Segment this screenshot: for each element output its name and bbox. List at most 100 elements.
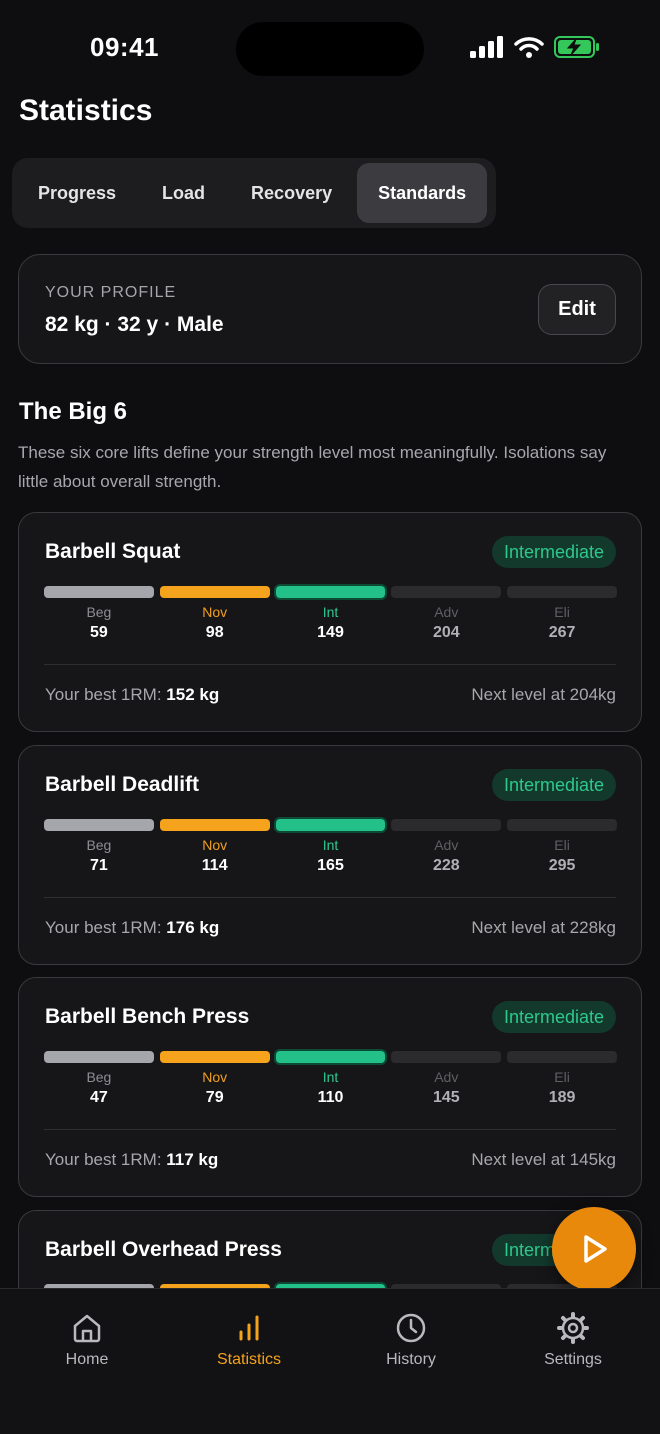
tabbar-statistics[interactable]: Statistics	[194, 1311, 304, 1369]
tabbar-label: Home	[65, 1351, 109, 1368]
level-value: 295	[548, 857, 576, 874]
level-bar	[44, 1051, 154, 1063]
level-label: Beg	[86, 1069, 112, 1085]
level-bar	[391, 586, 502, 598]
level-value: 59	[90, 624, 108, 641]
level-label: Adv	[434, 837, 459, 853]
bottom-tab-bar: Home Statistics History Settings	[0, 1288, 660, 1434]
best-1rm-value: 176 kg	[166, 918, 220, 937]
tabbar-label: Statistics	[216, 1351, 281, 1368]
lift-name: Barbell Squat	[45, 540, 181, 563]
level-intermediate: Int 165	[275, 819, 386, 875]
level-elite: Eli 267	[507, 586, 617, 642]
segmented-control: Progress Load Recovery Standards	[12, 158, 496, 228]
start-workout-button[interactable]	[552, 1207, 636, 1291]
level-bar	[159, 1051, 270, 1063]
level-badge: Intermediate	[491, 769, 616, 801]
level-value: 149	[317, 624, 344, 641]
best-1rm: Your best 1RM: 117 kg	[45, 1150, 218, 1170]
tab-load[interactable]: Load	[141, 163, 226, 223]
level-bar	[391, 1051, 502, 1063]
lift-card-bench-press[interactable]: Barbell Bench Press Intermediate Beg 47 N…	[18, 977, 642, 1197]
level-bar	[275, 1051, 386, 1063]
divider	[44, 664, 616, 665]
level-value: 204	[432, 624, 460, 641]
level-beginner: Beg 71	[44, 819, 154, 875]
divider	[44, 897, 616, 898]
level-novice: Nov 114	[159, 819, 270, 875]
signal-icon	[470, 36, 503, 58]
level-value: 165	[317, 857, 344, 874]
level-bar	[159, 586, 270, 598]
lift-card-squat[interactable]: Barbell Squat Intermediate Beg 59 Nov 98 I…	[18, 512, 642, 732]
tabbar-history[interactable]: History	[356, 1311, 466, 1369]
level-label: Adv	[434, 604, 459, 620]
lift-name: Barbell Deadlift	[45, 773, 200, 796]
level-value: 47	[90, 1089, 108, 1106]
level-bars: Beg 71 Nov 114 Int 165 Adv 228 Eli 295	[44, 819, 617, 875]
tab-recovery[interactable]: Recovery	[230, 163, 353, 223]
level-badge: Intermediate	[491, 536, 616, 568]
level-value: 79	[205, 1089, 224, 1106]
clock-icon	[396, 1313, 426, 1343]
level-label: Beg	[86, 837, 112, 853]
status-time: 09:41	[90, 32, 159, 62]
level-bars: Beg 47 Nov 79 Int 110 Adv 145 Eli 189	[44, 1051, 617, 1107]
level-label: Beg	[86, 604, 112, 620]
profile-card: YOUR PROFILE 82 kg · 32 y · Male Edit	[18, 254, 642, 364]
tabbar-label: Settings	[544, 1351, 602, 1368]
tab-standards[interactable]: Standards	[357, 163, 488, 223]
gear-icon	[557, 1312, 589, 1344]
level-elite: Eli 189	[507, 1051, 617, 1107]
status-bar: 09:41	[0, 0, 660, 90]
level-novice: Nov 98	[159, 586, 270, 642]
level-bar	[391, 819, 502, 831]
level-label: Int	[322, 604, 339, 620]
level-label: Int	[322, 1069, 339, 1085]
page-title: Statistics	[19, 94, 153, 127]
level-label: Nov	[202, 1069, 228, 1085]
level-label: Nov	[202, 837, 228, 853]
level-value: 189	[548, 1089, 576, 1106]
lift-name: Barbell Overhead Press	[45, 1238, 282, 1261]
level-advanced: Adv 228	[391, 819, 502, 875]
tabbar-home[interactable]: Home	[32, 1311, 142, 1369]
profile-value: 82 kg · 32 y · Male	[45, 313, 224, 336]
best-1rm-label: Your best 1RM:	[45, 1150, 162, 1169]
level-advanced: Adv 145	[391, 1051, 502, 1107]
best-1rm: Your best 1RM: 176 kg	[45, 918, 219, 938]
lift-card-deadlift[interactable]: Barbell Deadlift Intermediate Beg 71 Nov 1…	[18, 745, 642, 965]
next-level: Next level at 145kg	[471, 1150, 616, 1169]
edit-profile-button[interactable]: Edit	[538, 284, 616, 335]
best-1rm-label: Your best 1RM:	[45, 685, 162, 704]
next-level: Next level at 228kg	[471, 918, 616, 937]
tabbar-settings[interactable]: Settings	[518, 1311, 628, 1369]
level-advanced: Adv 204	[391, 586, 502, 642]
bar-chart-icon	[239, 1315, 259, 1341]
level-bar	[44, 586, 154, 598]
best-1rm-value: 152 kg	[166, 685, 220, 704]
level-beginner: Beg 59	[44, 586, 154, 642]
status-icons	[470, 36, 600, 58]
level-value: 228	[432, 857, 460, 874]
battery-charging-icon	[554, 36, 599, 58]
level-intermediate: Int 110	[275, 1051, 386, 1107]
next-level: Next level at 204kg	[471, 685, 616, 704]
dynamic-island	[236, 22, 424, 76]
play-icon	[584, 1235, 607, 1263]
level-value: 98	[205, 624, 224, 641]
level-value: 110	[317, 1089, 344, 1106]
home-icon	[73, 1314, 101, 1343]
level-label: Int	[322, 837, 339, 853]
tabbar-label: History	[386, 1351, 436, 1368]
level-bar	[44, 819, 154, 831]
level-bar	[275, 586, 386, 598]
best-1rm: Your best 1RM: 152 kg	[45, 685, 219, 705]
divider	[44, 1129, 616, 1130]
level-label: Nov	[202, 604, 228, 620]
tab-progress[interactable]: Progress	[17, 163, 137, 223]
level-beginner: Beg 47	[44, 1051, 154, 1107]
level-bar	[507, 819, 617, 831]
level-bar	[275, 819, 386, 831]
level-novice: Nov 79	[159, 1051, 270, 1107]
